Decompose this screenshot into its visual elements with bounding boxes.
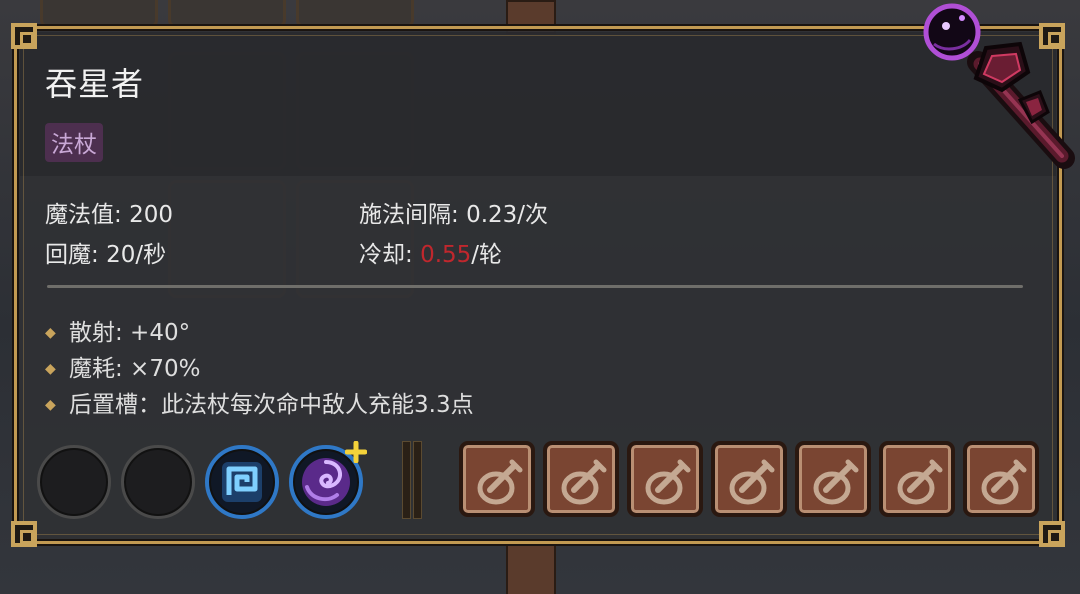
back-slot[interactable]	[543, 441, 619, 517]
wand-staff-icon	[923, 3, 1075, 169]
locked-slot-icon	[561, 459, 607, 505]
stat-cooldown-label: 冷却:	[359, 242, 421, 268]
spell-slot-empty[interactable]	[121, 445, 195, 519]
stat-mana-label: 魔法值:	[45, 202, 130, 228]
back-slot[interactable]	[711, 441, 787, 517]
stat-cooldown-value: 0.55	[420, 242, 472, 268]
locked-slot-icon	[729, 459, 775, 505]
locked-slot-icon	[477, 459, 523, 505]
tooltip-header	[20, 32, 1056, 176]
stat-regen-value: 20/秒	[106, 242, 167, 268]
effect-line: ◆ 散射: +40°	[45, 313, 190, 347]
effect-line: ◆ 魔耗: ×70%	[45, 349, 200, 383]
background-beam	[506, 540, 556, 594]
game-screen: 吞星者 法杖 魔法值: 200 回魔: 20/秒 施法间隔: 0.23/次 冷却…	[0, 0, 1080, 594]
spiral-rune-icon	[222, 462, 262, 502]
diamond-bullet-icon: ◆	[45, 397, 56, 413]
effect-text: 散射: +40°	[69, 320, 191, 346]
plus-badge-icon	[345, 441, 367, 463]
frame-corner-ornament	[11, 23, 37, 49]
diamond-bullet-icon: ◆	[45, 325, 56, 341]
locked-slot-icon	[897, 459, 943, 505]
back-slot[interactable]	[627, 441, 703, 517]
item-tooltip: 吞星者 法杖 魔法值: 200 回魔: 20/秒 施法间隔: 0.23/次 冷却…	[11, 23, 1065, 547]
effect-text: 后置槽：此法杖每次命中敌人充能3.3点	[69, 392, 474, 418]
section-divider	[47, 285, 1023, 288]
slot-separator	[413, 441, 422, 519]
background-inventory-cell	[40, 0, 158, 28]
background-inventory-cell	[168, 0, 286, 28]
stat-mana: 魔法值: 200	[45, 195, 173, 229]
back-slot[interactable]	[963, 441, 1039, 517]
item-name: 吞星者	[45, 65, 145, 103]
spell-slot-filled[interactable]	[289, 441, 367, 519]
stat-cooldown-unit: /轮	[471, 242, 503, 268]
stat-cooldown: 冷却: 0.55/轮	[359, 235, 502, 269]
slot-separator	[402, 441, 411, 519]
back-slot[interactable]	[879, 441, 955, 517]
frame-corner-ornament	[11, 521, 37, 547]
stat-interval-label: 施法间隔:	[359, 202, 467, 228]
back-slot[interactable]	[459, 441, 535, 517]
background-inventory-cell	[296, 0, 414, 28]
effect-text: 魔耗: ×70%	[69, 356, 201, 382]
stat-cast-interval: 施法间隔: 0.23/次	[359, 195, 548, 229]
effect-line: ◆ 后置槽：此法杖每次命中敌人充能3.3点	[45, 385, 474, 419]
item-type-tag: 法杖	[45, 123, 103, 162]
locked-slot-icon	[981, 459, 1027, 505]
spell-slot-empty[interactable]	[37, 445, 111, 519]
stat-regen-label: 回魔:	[45, 242, 107, 268]
frame-corner-ornament	[1039, 521, 1065, 547]
locked-slot-icon	[813, 459, 859, 505]
stat-mana-regen: 回魔: 20/秒	[45, 235, 166, 269]
stat-mana-value: 200	[129, 202, 173, 228]
locked-slot-icon	[645, 459, 691, 505]
back-slot[interactable]	[795, 441, 871, 517]
diamond-bullet-icon: ◆	[45, 361, 56, 377]
spell-slot-filled[interactable]	[205, 445, 279, 519]
stat-interval-value: 0.23/次	[466, 202, 549, 228]
